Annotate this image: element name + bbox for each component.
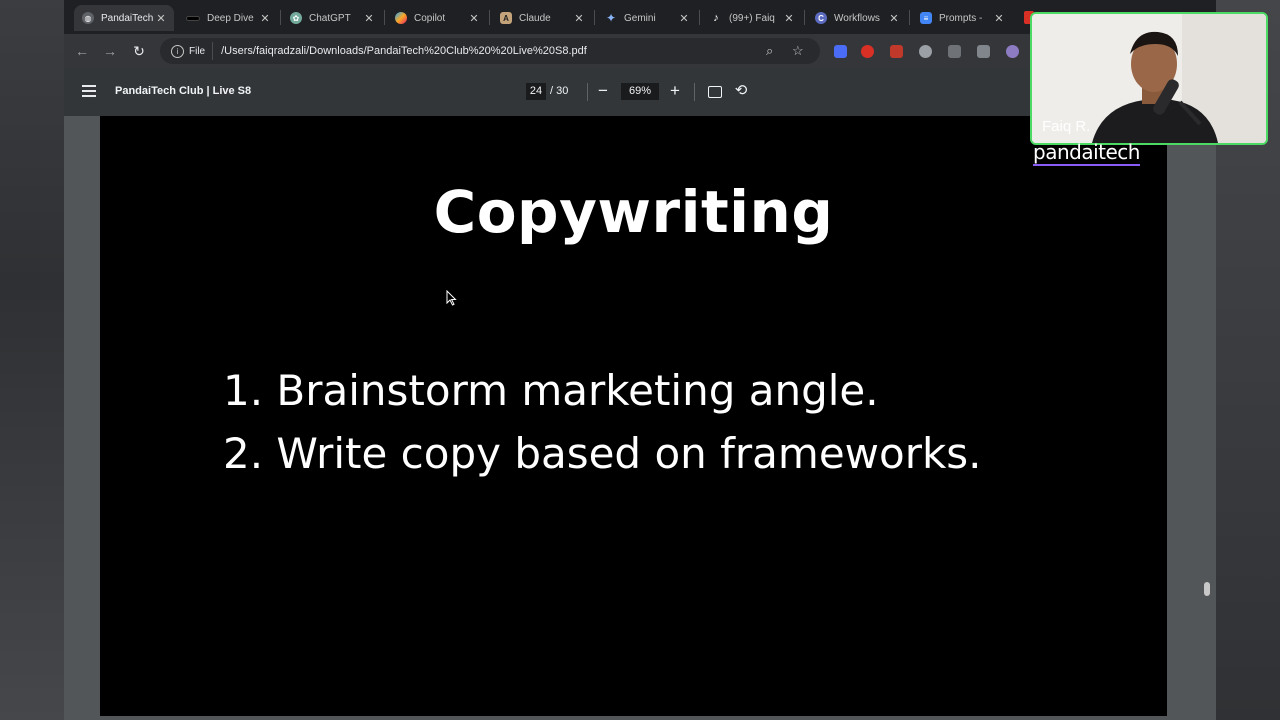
tab-separator <box>489 10 490 25</box>
fit-to-page-icon[interactable] <box>708 86 722 98</box>
address-bar[interactable]: i File /Users/faiqradzali/Downloads/Pand… <box>160 38 820 64</box>
back-icon[interactable]: ← <box>73 42 91 60</box>
workflows-icon: C <box>815 12 827 24</box>
bookmark-star-icon[interactable]: ☆ <box>792 43 804 59</box>
document-title: PandaiTech Club | Live S8 <box>115 85 252 97</box>
tab-separator <box>594 10 595 25</box>
brand-logo-text: pandaitech <box>1033 140 1140 166</box>
scrollbar-thumb[interactable] <box>1204 582 1210 596</box>
close-tab-icon[interactable]: ✕ <box>362 12 376 25</box>
close-tab-icon[interactable]: ✕ <box>782 12 796 25</box>
tab-chatgpt[interactable]: ✿ ChatGPT ✕ <box>282 5 382 31</box>
tab-label: Copilot <box>414 12 446 24</box>
extension-3-icon[interactable] <box>890 45 903 58</box>
extension-1-icon[interactable] <box>834 45 847 58</box>
zoom-search-icon[interactable]: ⌕ <box>766 43 773 59</box>
tab-label: Claude <box>519 12 551 24</box>
tab-label: Gemini <box>624 12 656 24</box>
tab-deep-dive[interactable]: Deep Dive ✕ <box>178 5 278 31</box>
tab-gemini[interactable]: ✦ Gemini ✕ <box>597 5 697 31</box>
forward-icon[interactable]: → <box>101 42 119 60</box>
gemini-icon: ✦ <box>605 11 617 25</box>
tab-label: Workflows <box>834 12 880 24</box>
tab-label: (99+) Faiq <box>729 12 775 24</box>
tab-separator <box>909 10 910 25</box>
close-tab-icon[interactable]: ✕ <box>887 12 901 25</box>
zoom-in-icon[interactable]: + <box>666 81 684 101</box>
tab-label: Prompts - <box>939 12 983 24</box>
extension-4-icon[interactable] <box>919 45 932 58</box>
close-tab-icon[interactable]: ✕ <box>154 12 168 25</box>
slide-list-item: 2. Write copy based on frameworks. <box>223 429 982 478</box>
tab-label: PandaiTech <box>101 12 154 24</box>
close-tab-icon[interactable]: ✕ <box>467 12 481 25</box>
tab-prompts[interactable]: ≡ Prompts - ✕ <box>912 5 1012 31</box>
menu-icon[interactable] <box>82 85 96 100</box>
tab-pandaitech[interactable]: ◍ PandaiTech ✕ <box>74 5 174 31</box>
close-tab-icon[interactable]: ✕ <box>992 12 1006 25</box>
tab-separator <box>804 10 805 25</box>
brand-logo: pandaitech <box>1033 140 1140 166</box>
page-number-input[interactable]: 24 <box>526 83 546 100</box>
page-total: / 30 <box>550 85 569 97</box>
url-text[interactable]: /Users/faiqradzali/Downloads/PandaiTech%… <box>221 45 587 57</box>
deep-dive-icon <box>186 15 200 21</box>
close-tab-icon[interactable]: ✕ <box>677 12 691 25</box>
rotate-icon[interactable]: ⟲ <box>732 82 750 100</box>
zoom-out-icon[interactable]: − <box>594 81 612 101</box>
slide-title: Copywriting <box>433 178 834 246</box>
globe-icon: ◍ <box>82 12 94 24</box>
desktop-background-left <box>0 0 64 720</box>
tab-separator <box>384 10 385 25</box>
tab-label: ChatGPT <box>309 12 351 24</box>
tiktok-icon: ♪ <box>713 12 719 24</box>
chatgpt-icon: ✿ <box>290 12 302 24</box>
tab-copilot[interactable]: Copilot ✕ <box>387 5 487 31</box>
tab-tiktok[interactable]: ♪ (99+) Faiq ✕ <box>702 5 802 31</box>
toolbar-divider <box>694 83 695 101</box>
toolbar-divider <box>587 83 588 101</box>
tab-label: Deep Dive <box>207 12 254 24</box>
site-info-chip[interactable]: i File <box>166 42 214 60</box>
docs-icon: ≡ <box>920 12 932 24</box>
adblock-icon[interactable] <box>861 45 874 58</box>
copilot-icon <box>395 12 407 24</box>
tab-separator <box>280 10 281 25</box>
info-icon: i <box>171 44 184 58</box>
claude-icon: A <box>500 12 512 24</box>
close-tab-icon[interactable]: ✕ <box>572 12 586 25</box>
reload-icon[interactable]: ↻ <box>130 42 148 60</box>
zoom-level-input[interactable]: 69% <box>621 83 659 100</box>
slide-page: Copywriting 1. Brainstorm marketing angl… <box>100 116 1167 716</box>
extension-7-icon[interactable] <box>1006 45 1019 58</box>
tab-claude[interactable]: A Claude ✕ <box>492 5 592 31</box>
extension-5-icon[interactable] <box>948 45 961 58</box>
pdf-viewer[interactable]: Copywriting 1. Brainstorm marketing angl… <box>64 116 1216 720</box>
slide-list-item: 1. Brainstorm marketing angle. <box>223 366 879 415</box>
tab-workflows[interactable]: C Workflows ✕ <box>807 5 907 31</box>
mouse-cursor-icon <box>446 290 457 306</box>
extension-6-icon[interactable] <box>977 45 990 58</box>
scheme-label: File <box>189 45 206 57</box>
presenter-name: Faiq R. <box>1042 118 1091 135</box>
tab-separator <box>699 10 700 25</box>
close-tab-icon[interactable]: ✕ <box>258 12 272 25</box>
